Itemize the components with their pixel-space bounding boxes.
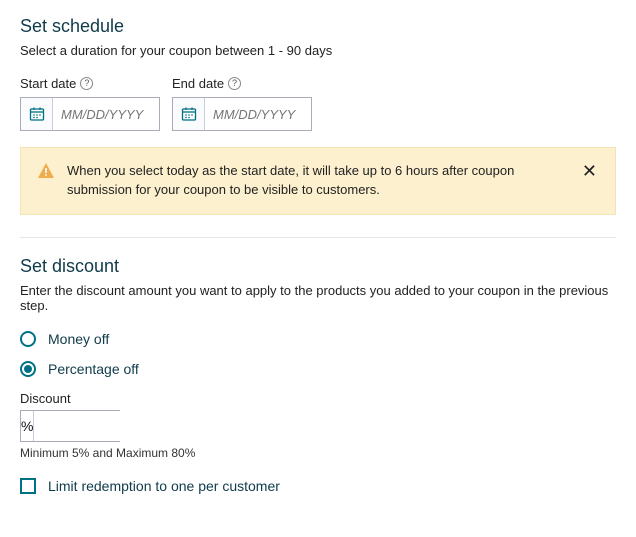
schedule-description: Select a duration for your coupon betwee… [20,43,616,58]
help-icon[interactable]: ? [80,77,93,90]
calendar-icon[interactable] [21,98,53,130]
radio-icon [20,361,36,377]
start-date-block: Start date ? [20,76,160,131]
percent-symbol: % [21,411,34,441]
start-date-input[interactable] [53,98,159,130]
start-date-field[interactable] [20,97,160,131]
end-date-label: End date ? [172,76,312,91]
discount-title: Set discount [20,256,616,277]
discount-field-label: Discount [20,391,616,406]
section-divider [20,237,616,238]
money-off-option[interactable]: Money off [20,331,616,347]
date-row: Start date ? End date [20,76,616,131]
end-date-field[interactable] [172,97,312,131]
end-date-input[interactable] [205,98,311,130]
warning-icon [37,162,55,183]
limit-redemption-label: Limit redemption to one per customer [48,478,280,494]
radio-icon [20,331,36,347]
info-alert: When you select today as the start date,… [20,147,616,215]
discount-input-group: % [20,410,120,442]
schedule-title: Set schedule [20,16,616,37]
limit-redemption-option[interactable]: Limit redemption to one per customer [20,478,616,494]
end-date-label-text: End date [172,76,224,91]
money-off-label: Money off [48,331,109,347]
start-date-label: Start date ? [20,76,160,91]
discount-input[interactable] [34,411,222,441]
close-icon[interactable]: ✕ [580,162,599,180]
discount-hint: Minimum 5% and Maximum 80% [20,446,616,460]
alert-message: When you select today as the start date,… [67,162,568,200]
help-icon[interactable]: ? [228,77,241,90]
discount-description: Enter the discount amount you want to ap… [20,283,616,313]
checkbox-icon [20,478,36,494]
end-date-block: End date ? [172,76,312,131]
calendar-icon[interactable] [173,98,205,130]
percentage-off-label: Percentage off [48,361,139,377]
start-date-label-text: Start date [20,76,76,91]
percentage-off-option[interactable]: Percentage off [20,361,616,377]
